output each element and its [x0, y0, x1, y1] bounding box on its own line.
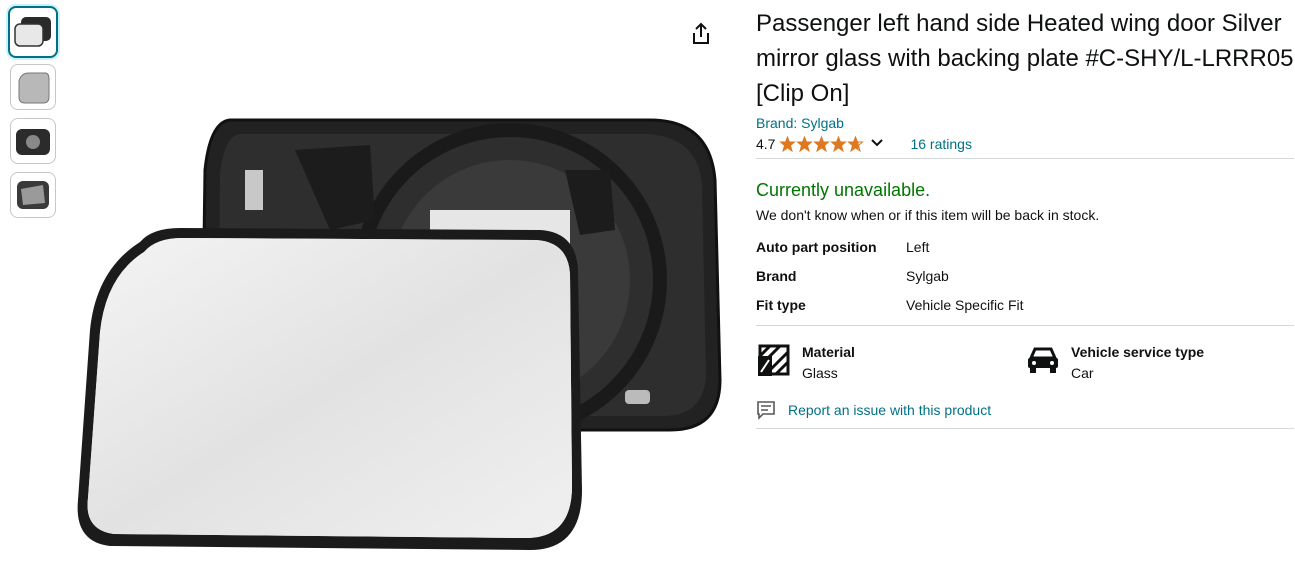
spec-row: Fit type Vehicle Specific Fit — [756, 296, 1024, 325]
spec-row: Auto part position Left — [756, 238, 1024, 267]
star-icon — [796, 136, 814, 152]
feature-icons: Material Glass Vehicle service type Car — [756, 342, 1294, 386]
spec-row: Brand Sylgab — [756, 267, 1024, 296]
mirror-glass-thumbnail-icon — [18, 72, 50, 104]
availability-note: We don't know when or if this item will … — [756, 207, 1100, 223]
spec-key: Auto part position — [756, 239, 877, 255]
divider — [756, 325, 1294, 326]
spec-key: Brand — [756, 268, 797, 284]
installed-mirror-thumbnail-icon — [17, 181, 49, 209]
thumbnail-3[interactable] — [10, 118, 56, 164]
product-title: Passenger left hand side Heated wing doo… — [756, 10, 1294, 107]
share-icon[interactable] — [690, 22, 712, 46]
thumbnail-1[interactable] — [8, 6, 58, 58]
feature-title: Vehicle service type — [1071, 344, 1205, 360]
star-icon — [779, 136, 797, 152]
feedback-icon — [757, 401, 775, 420]
star-icon — [847, 136, 865, 152]
product-details: Passenger left hand side Heated wing doo… — [756, 6, 1294, 429]
chevron-down-icon[interactable] — [870, 137, 884, 151]
rating-row: 4.7 16 ratings — [756, 132, 1294, 159]
report-issue-label: Report an issue with this product — [788, 402, 992, 418]
feature-vehicle-service-type: Vehicle service type Car — [1025, 342, 1294, 386]
feature-title: Material — [802, 344, 855, 360]
spec-value: Sylgab — [906, 268, 949, 284]
glass-material-icon — [756, 342, 792, 378]
availability-status: Currently unavailable. — [756, 180, 931, 200]
feature-value: Car — [1071, 365, 1094, 381]
report-issue-link[interactable]: Report an issue with this product — [756, 398, 1294, 429]
spec-key: Fit type — [756, 297, 806, 313]
main-product-image[interactable] — [70, 110, 730, 560]
spec-value: Left — [906, 239, 930, 255]
star-icon — [813, 136, 831, 152]
mirror-thumbnail-icon — [14, 17, 51, 47]
brand-link[interactable]: Brand: Sylgab — [756, 114, 1294, 132]
thumbnail-4[interactable] — [10, 172, 56, 218]
car-icon — [1025, 342, 1061, 378]
star-rating[interactable] — [779, 136, 865, 152]
rating-value: 4.7 — [756, 136, 776, 152]
feature-value: Glass — [802, 365, 838, 381]
thumbnail-2[interactable] — [10, 64, 56, 110]
specs-table: Auto part position Left Brand Sylgab Fit… — [756, 238, 1024, 325]
thumbnail-strip — [8, 6, 62, 226]
star-icon — [830, 136, 848, 152]
feature-material: Material Glass — [756, 342, 1025, 386]
ratings-count-link[interactable]: 16 ratings — [910, 136, 971, 152]
backing-plate-thumbnail-icon — [16, 129, 50, 155]
spec-value: Vehicle Specific Fit — [906, 297, 1024, 313]
